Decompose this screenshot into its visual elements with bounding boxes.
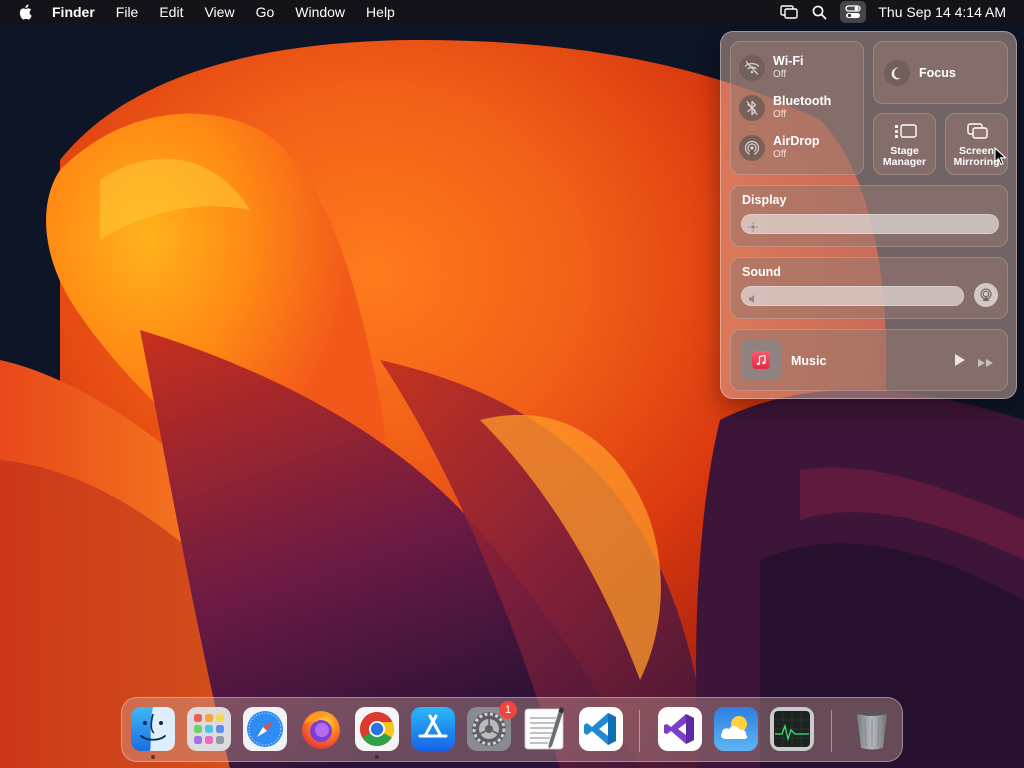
apple-logo-icon[interactable] <box>17 3 37 21</box>
chrome-icon <box>355 707 399 751</box>
dock-chrome[interactable] <box>354 706 400 759</box>
display-tile: Display <box>730 185 1008 247</box>
safari-icon <box>243 707 287 751</box>
airplay-audio-icon[interactable] <box>974 283 998 307</box>
dock-trash[interactable] <box>849 706 895 752</box>
now-playing-tile: Music <box>730 329 1008 391</box>
dock: 1 <box>121 697 903 762</box>
firefox-icon <box>302 711 340 749</box>
menu-bar: Finder File Edit View Go Window Help Thu… <box>0 0 1024 24</box>
weather-icon <box>714 707 758 751</box>
dock-app-store[interactable] <box>410 706 456 752</box>
display-label: Display <box>742 193 787 207</box>
control-center-panel: Wi-Fi Off Bluetooth Off AirDrop Off Focu… <box>720 31 1017 399</box>
launchpad-icon <box>187 707 231 751</box>
textedit-icon <box>524 707 564 750</box>
dock-safari[interactable] <box>242 706 288 752</box>
dock-firefox[interactable] <box>298 706 344 752</box>
finder-icon <box>131 707 175 751</box>
brightness-slider[interactable] <box>741 214 999 234</box>
airdrop-status: Off <box>773 149 787 160</box>
dock-system-settings[interactable]: 1 <box>466 701 517 752</box>
airdrop-toggle[interactable]: AirDrop Off <box>739 135 820 161</box>
focus-label: Focus <box>919 66 956 80</box>
menu-app-name[interactable]: Finder <box>52 4 95 20</box>
menu-file[interactable]: File <box>116 4 139 20</box>
dock-finder[interactable] <box>130 706 176 759</box>
airdrop-label: AirDrop <box>773 134 820 148</box>
notification-badge: 1 <box>499 701 517 719</box>
dock-weather[interactable] <box>713 706 759 752</box>
airdrop-icon <box>739 135 765 161</box>
bluetooth-label: Bluetooth <box>773 94 832 108</box>
wifi-status: Off <box>773 69 787 80</box>
menu-go[interactable]: Go <box>256 4 275 20</box>
dock-separator <box>639 710 640 752</box>
dock-vscode[interactable] <box>578 706 624 752</box>
menu-edit[interactable]: Edit <box>159 4 183 20</box>
network-tile: Wi-Fi Off Bluetooth Off AirDrop Off <box>730 41 864 175</box>
wifi-off-icon <box>739 55 765 81</box>
bluetooth-icon <box>739 95 765 121</box>
running-indicator <box>151 755 155 759</box>
volume-slider[interactable] <box>741 286 964 306</box>
visual-studio-icon <box>658 707 702 751</box>
speaker-icon <box>748 291 758 309</box>
dock-visual-studio[interactable] <box>657 706 703 752</box>
control-center-icon[interactable] <box>840 1 867 23</box>
menu-window[interactable]: Window <box>295 4 345 20</box>
stage-manager-icon <box>894 123 918 144</box>
trash-icon <box>857 710 887 750</box>
sound-tile: Sound <box>730 257 1008 319</box>
play-icon[interactable] <box>954 353 966 372</box>
dock-launchpad[interactable] <box>186 706 232 752</box>
menu-view[interactable]: View <box>204 4 234 20</box>
mouse-cursor-icon <box>994 147 1007 166</box>
dock-activity-monitor[interactable] <box>769 706 815 752</box>
now-playing-app-name: Music <box>791 354 827 368</box>
app-store-icon <box>411 707 455 751</box>
activity-monitor-icon <box>770 707 814 751</box>
focus-tile[interactable]: Focus <box>873 41 1008 104</box>
screen-mirroring-icon <box>967 123 989 144</box>
sun-icon <box>748 219 758 237</box>
running-indicator <box>375 755 379 759</box>
menubar-clock[interactable]: Thu Sep 14 4:14 AM <box>878 4 1006 20</box>
dock-separator <box>831 710 832 752</box>
dock-textedit[interactable] <box>522 706 568 752</box>
moon-icon <box>884 60 910 86</box>
stage-manager-tile[interactable]: Stage Manager <box>873 113 936 175</box>
music-app-artwork[interactable] <box>741 340 781 380</box>
music-note-icon <box>752 351 770 369</box>
vscode-icon <box>579 707 623 751</box>
bluetooth-status: Off <box>773 109 787 120</box>
menu-help[interactable]: Help <box>366 4 395 20</box>
fast-forward-icon[interactable] <box>977 355 995 373</box>
wifi-label: Wi-Fi <box>773 54 804 68</box>
screen-mirroring-icon[interactable] <box>780 1 799 23</box>
spotlight-search-icon[interactable] <box>812 1 827 23</box>
stage-manager-label-2: Manager <box>882 156 927 168</box>
wifi-toggle[interactable]: Wi-Fi Off <box>739 55 803 81</box>
sound-label: Sound <box>742 265 781 279</box>
bluetooth-toggle[interactable]: Bluetooth Off <box>739 95 831 121</box>
